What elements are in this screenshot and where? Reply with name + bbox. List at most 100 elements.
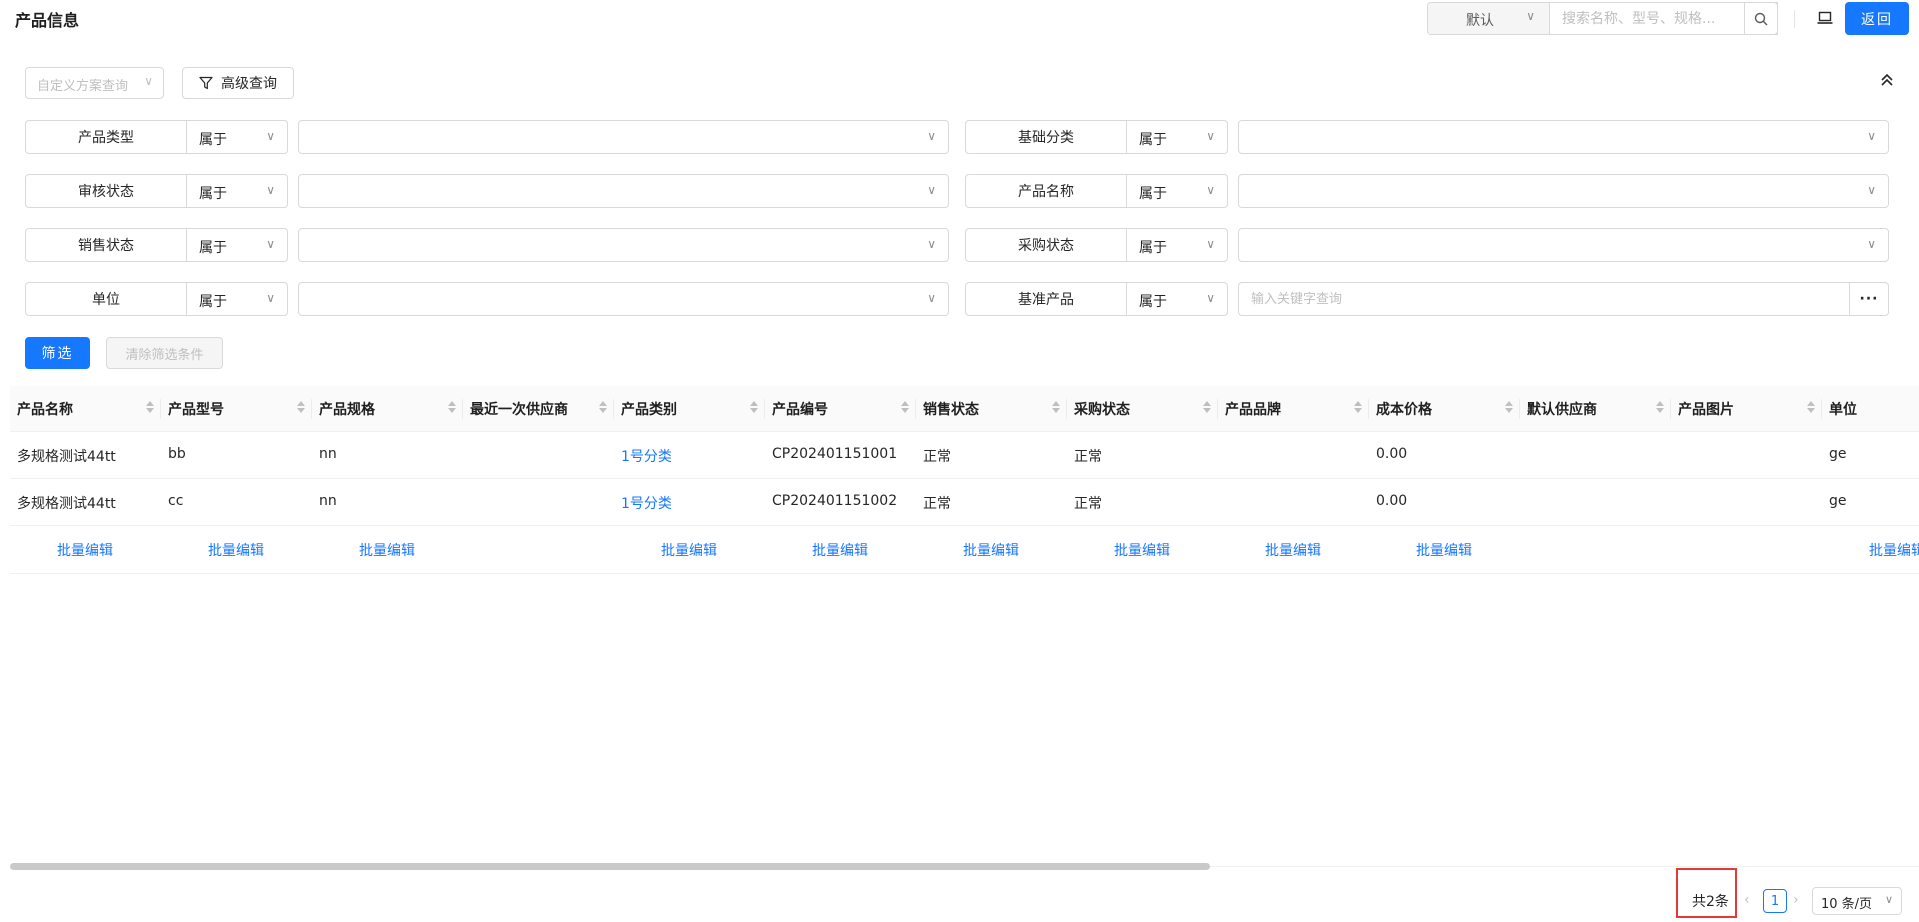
filter-operator-select[interactable]: 属于 ∨: [187, 174, 288, 208]
batch-edit-link[interactable]: 批量编辑: [1114, 540, 1170, 560]
table-row[interactable]: 多规格测试44tt cc nn 1号分类 CP202401151002 正常 正…: [10, 479, 1919, 526]
chevron-down-icon: ∨: [927, 237, 936, 251]
page-size-value: 10 条/页: [1821, 897, 1873, 912]
column-header-unit[interactable]: 单位: [1822, 386, 1919, 432]
column-header-product-code[interactable]: 产品编号: [765, 386, 916, 432]
collapse-filter-button[interactable]: [1875, 68, 1899, 92]
filter-operator-value: 属于: [199, 132, 227, 148]
base-product-input[interactable]: [1239, 283, 1849, 315]
column-header-product-name[interactable]: 产品名称: [10, 386, 161, 432]
batch-edit-link[interactable]: 批量编辑: [359, 540, 415, 560]
page: 产品信息 默认 ∨ 返回 自定义方案查询 ∨ 高级查询 产品类型 属于 ∨: [0, 0, 1919, 922]
batch-edit-link[interactable]: 批量编辑: [1265, 540, 1321, 560]
filter-value-select[interactable]: ∨: [1238, 120, 1889, 154]
chevron-down-icon: ∨: [1206, 183, 1215, 197]
chevron-down-icon: ∨: [1206, 291, 1215, 305]
view-select[interactable]: 默认 ∨: [1427, 2, 1550, 35]
column-header-default-supplier[interactable]: 默认供应商: [1520, 386, 1671, 432]
filter-label: 基础分类: [965, 120, 1127, 154]
sort-icon: [297, 401, 305, 413]
filter-label: 产品类型: [25, 120, 187, 154]
filter-operator-select[interactable]: 属于 ∨: [1127, 120, 1228, 154]
back-button[interactable]: 返回: [1845, 2, 1909, 35]
batch-edit-link[interactable]: 批量编辑: [963, 540, 1019, 560]
chevron-down-icon: ∨: [927, 291, 936, 305]
cell-purchase-status: 正常: [1074, 449, 1102, 465]
filter-operator-select[interactable]: 属于 ∨: [1127, 228, 1228, 262]
chevron-down-icon: ∨: [1206, 237, 1215, 251]
filter-value-select[interactable]: ∨: [298, 174, 949, 208]
filter-operator-value: 属于: [199, 240, 227, 256]
cell-category-link[interactable]: 1号分类: [621, 446, 672, 466]
filter-label: 产品名称: [965, 174, 1127, 208]
filter-operator-select[interactable]: 属于 ∨: [187, 282, 288, 316]
filter-value-select[interactable]: ∨: [1238, 228, 1889, 262]
column-header-last-supplier[interactable]: 最近一次供应商: [463, 386, 614, 432]
chevron-left-icon[interactable]: ‹: [1744, 892, 1750, 908]
chevron-down-icon: ∨: [1206, 129, 1215, 143]
search-button[interactable]: [1744, 2, 1778, 35]
filter-row: 产品类型 属于 ∨ ∨ 基础分类 属于 ∨ ∨: [0, 120, 1919, 154]
table-header: 产品名称 产品型号 产品规格 最近一次供应商 产品类别 产品编号 销售状态 采购…: [10, 386, 1919, 432]
filter-operator-value: 属于: [1139, 294, 1167, 310]
more-options-button[interactable]: ···: [1849, 282, 1889, 316]
laptop-icon: [1817, 11, 1833, 24]
filter-icon: [199, 76, 213, 90]
filter-label: 审核状态: [25, 174, 187, 208]
advanced-query-button[interactable]: 高级查询: [182, 67, 294, 99]
product-table: 产品名称 产品型号 产品规格 最近一次供应商 产品类别 产品编号 销售状态 采购…: [10, 386, 1919, 866]
batch-edit-link[interactable]: 批量编辑: [812, 540, 868, 560]
page-header: 产品信息 默认 ∨ 返回: [0, 0, 1919, 40]
batch-edit-link[interactable]: 批量编辑: [1869, 540, 1919, 560]
filter-operator-select[interactable]: 属于 ∨: [1127, 282, 1228, 316]
header-divider: [1794, 10, 1795, 28]
filter-value-select[interactable]: ∨: [298, 282, 949, 316]
column-header-sales-status[interactable]: 销售状态: [916, 386, 1067, 432]
column-header-product-image[interactable]: 产品图片: [1671, 386, 1822, 432]
custom-scheme-select[interactable]: 自定义方案查询 ∨: [25, 67, 164, 99]
search-input[interactable]: [1550, 3, 1740, 34]
filter-label: 销售状态: [25, 228, 187, 262]
column-header-category[interactable]: 产品类别: [614, 386, 765, 432]
column-header-brand[interactable]: 产品品牌: [1218, 386, 1369, 432]
chevron-right-icon[interactable]: ›: [1793, 892, 1799, 908]
cell-sales-status: 正常: [923, 496, 951, 512]
filter-value-select[interactable]: ∨: [1238, 174, 1889, 208]
filter-operator-select[interactable]: 属于 ∨: [187, 120, 288, 154]
filter-operator-select[interactable]: 属于 ∨: [187, 228, 288, 262]
sort-icon: [1203, 401, 1211, 413]
column-header-purchase-status[interactable]: 采购状态: [1067, 386, 1218, 432]
column-header-model[interactable]: 产品型号: [161, 386, 312, 432]
filter-operator-value: 属于: [1139, 186, 1167, 202]
batch-edit-link[interactable]: 批量编辑: [57, 540, 113, 560]
column-header-spec[interactable]: 产品规格: [312, 386, 463, 432]
chevron-down-icon: ∨: [266, 183, 275, 197]
batch-edit-link[interactable]: 批量编辑: [661, 540, 717, 560]
table-row[interactable]: 多规格测试44tt bb nn 1号分类 CP202401151001 正常 正…: [10, 432, 1919, 479]
pagination-total: 共2条: [1692, 894, 1729, 910]
filter-button[interactable]: 筛选: [25, 337, 90, 369]
page-title: 产品信息: [15, 11, 80, 30]
batch-edit-link[interactable]: 批量编辑: [208, 540, 264, 560]
layout-toggle-button[interactable]: [1815, 8, 1835, 28]
sort-icon: [146, 401, 154, 413]
sort-icon: [750, 401, 758, 413]
batch-edit-link[interactable]: 批量编辑: [1416, 540, 1472, 560]
filter-value-select[interactable]: ∨: [298, 228, 949, 262]
column-header-cost-price[interactable]: 成本价格: [1369, 386, 1520, 432]
ellipsis-icon: ···: [1859, 291, 1879, 307]
cell-category-link[interactable]: 1号分类: [621, 493, 672, 513]
horizontal-scrollbar[interactable]: [10, 863, 1210, 870]
clear-filter-button[interactable]: 清除筛选条件: [106, 337, 223, 369]
page-size-select[interactable]: 10 条/页 ∨: [1812, 887, 1902, 915]
filter-operator-select[interactable]: 属于 ∨: [1127, 174, 1228, 208]
chevron-down-icon: ∨: [266, 129, 275, 143]
chevron-down-icon: ∨: [266, 237, 275, 251]
pagination-page-1[interactable]: 1: [1763, 889, 1787, 913]
filter-row: 单位 属于 ∨ ∨ 基准产品 属于 ∨ ···: [0, 282, 1919, 316]
search-icon: [1754, 12, 1768, 25]
filter-row: 审核状态 属于 ∨ ∨ 产品名称 属于 ∨ ∨: [0, 174, 1919, 208]
cell-product-name: 多规格测试44tt: [17, 449, 116, 465]
filter-value-select[interactable]: ∨: [298, 120, 949, 154]
view-select-value: 默认: [1466, 13, 1494, 29]
